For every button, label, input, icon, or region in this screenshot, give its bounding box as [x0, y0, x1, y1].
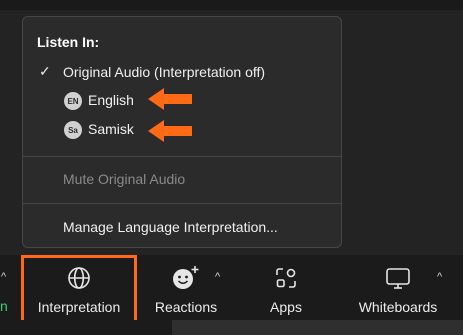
menu-header: Listen In:: [37, 34, 100, 50]
menu-divider: [23, 156, 341, 157]
caret-up-icon[interactable]: ^: [437, 271, 442, 283]
reactions-button[interactable]: Reactions: [146, 255, 226, 325]
menu-item-manage-interpretation[interactable]: Manage Language Interpretation...: [23, 215, 341, 241]
whiteboard-icon: [385, 265, 411, 291]
apps-icon: [274, 265, 298, 291]
arrow-pointer-icon: [148, 120, 192, 142]
menu-divider: [23, 203, 341, 204]
menu-item-label: Mute Original Audio: [63, 171, 186, 187]
menu-item-label: Manage Language Interpretation...: [63, 219, 278, 235]
highlight-box: [21, 255, 137, 325]
toolbar-label: Apps: [270, 299, 302, 315]
menu-item-label: Samisk: [88, 121, 134, 137]
bottom-strip: [0, 320, 463, 335]
toolbar-label: Whiteboards: [358, 299, 438, 315]
arrow-pointer-icon: [148, 88, 192, 110]
bottom-panel: [172, 320, 463, 335]
menu-item-mute-original-audio: Mute Original Audio: [23, 167, 341, 193]
toolbar-label: Reactions: [154, 299, 218, 315]
menu-item-label: English: [88, 92, 134, 108]
language-badge-icon: EN: [64, 92, 82, 110]
menu-item-original-audio[interactable]: ✓ Original Audio (Interpretation off): [23, 60, 341, 86]
apps-button[interactable]: Apps: [256, 255, 316, 325]
caret-up-icon[interactable]: ^: [1, 271, 6, 283]
top-strip: [0, 0, 463, 10]
menu-item-label: Original Audio (Interpretation off): [63, 64, 266, 80]
caret-up-icon[interactable]: ^: [215, 271, 220, 283]
whiteboards-button[interactable]: Whiteboards: [348, 255, 448, 325]
toolbar-left-fragment: n: [0, 298, 8, 314]
checkmark-icon: ✓: [39, 63, 51, 79]
emoji-add-icon: [171, 265, 201, 291]
language-badge-icon: Sa: [64, 121, 82, 139]
